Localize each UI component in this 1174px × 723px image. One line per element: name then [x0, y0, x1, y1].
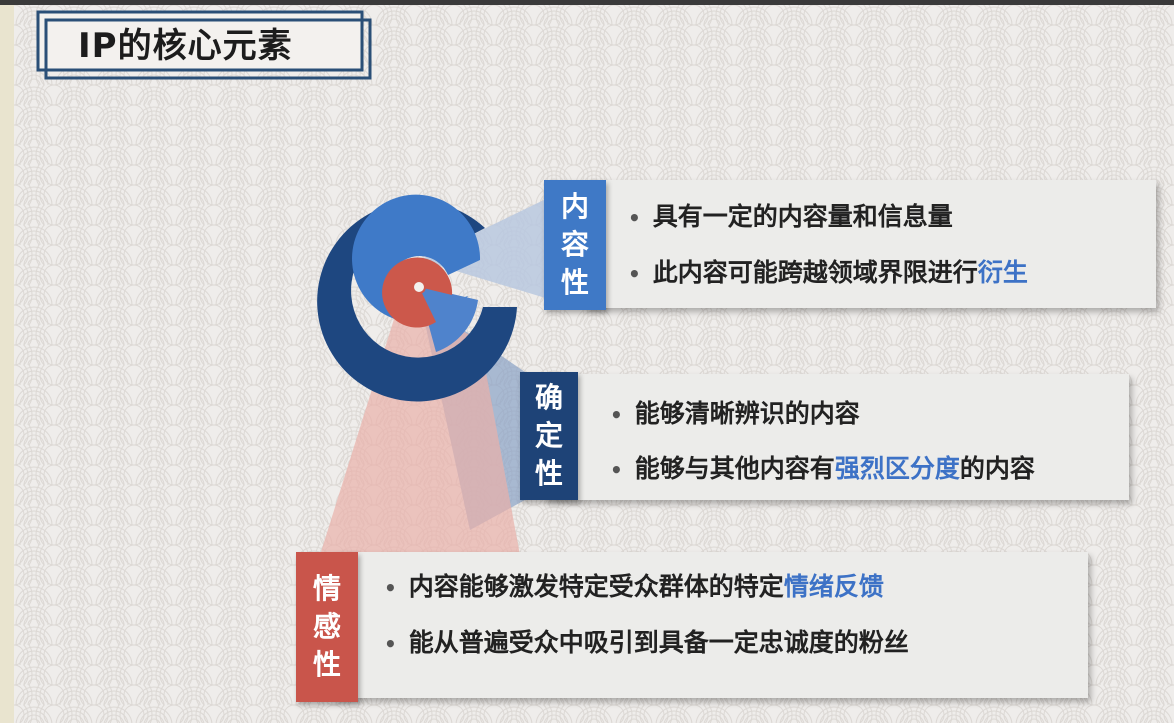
bullet-emotion-2: • 能从普遍受众中吸引到具备一定忠诚度的粉丝 [384, 626, 909, 661]
bullet-dot: • [610, 458, 623, 482]
tag-char: 性 [534, 457, 563, 490]
bullet-dot: • [384, 632, 397, 656]
bullet-text: 能够清晰辨识的内容 [634, 399, 860, 428]
bullet-content-1: • 具有一定的内容量和信息量 [628, 200, 953, 235]
bullet-text: 内容能够激发特定受众群体的特定 [408, 572, 784, 601]
bullet-emotion-1: • 内容能够激发特定受众群体的特定情绪反馈 [384, 570, 884, 605]
bullet-content-2: • 此内容可能跨越领域界限进行衍生 [628, 256, 1028, 291]
bullet-text-after: 的内容 [959, 454, 1035, 483]
tag-certainty: 确 定 性 [520, 372, 578, 500]
tag-char: 性 [312, 648, 341, 681]
bullet-text: 具有一定的内容量和信息量 [652, 202, 953, 231]
bullet-highlight: 衍生 [977, 258, 1028, 287]
tag-char: 定 [534, 419, 563, 452]
bullet-highlight: 情绪反馈 [783, 572, 884, 601]
bullet-dot: • [628, 206, 641, 230]
bullet-certainty-1: • 能够清晰辨识的内容 [610, 397, 860, 432]
bullet-highlight: 强烈区分度 [834, 454, 960, 483]
bullet-text: 此内容可能跨越领域界限进行 [652, 258, 978, 287]
tag-char: 感 [312, 610, 341, 643]
bullet-dot: • [384, 576, 397, 600]
bullet-text: 能够与其他内容有 [634, 454, 835, 483]
tag-char: 确 [534, 381, 563, 414]
tag-content: 内 容 性 [544, 180, 606, 310]
bullet-dot: • [628, 262, 641, 286]
bullet-certainty-2: • 能够与其他内容有强烈区分度的内容 [610, 452, 1035, 487]
bullet-dot: • [610, 403, 623, 427]
tag-char: 容 [560, 228, 589, 261]
bullet-text: 能从普遍受众中吸引到具备一定忠诚度的粉丝 [408, 628, 909, 657]
tag-char: 内 [560, 190, 589, 223]
center-dot [412, 280, 426, 294]
tag-char: 情 [312, 572, 341, 605]
tag-char: 性 [560, 266, 589, 299]
tag-emotion: 情 感 性 [296, 552, 358, 702]
